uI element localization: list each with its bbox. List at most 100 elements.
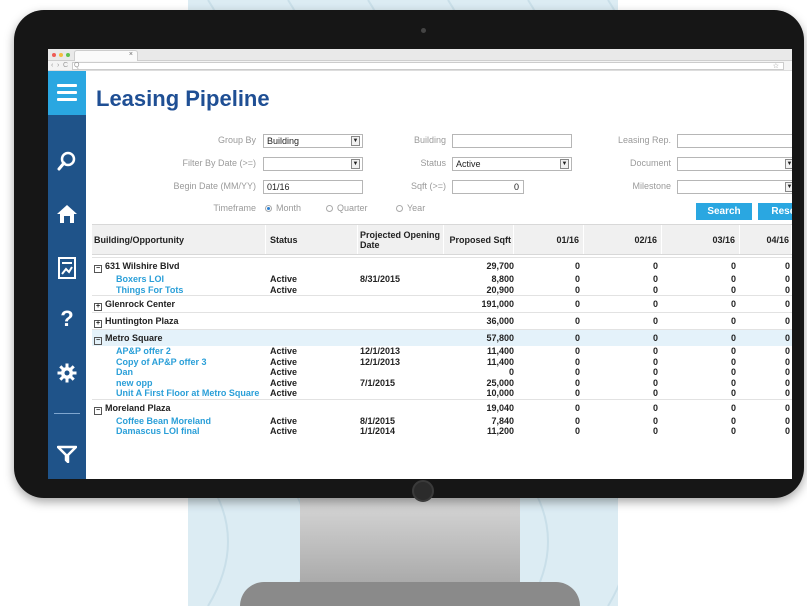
forward-icon[interactable]: › [57, 61, 59, 71]
filter-by-date-select[interactable]: ▼ [263, 157, 363, 171]
status-select[interactable]: Active ▼ [452, 157, 572, 171]
document-select[interactable]: ▼ [677, 157, 792, 171]
filter-funnel-icon[interactable] [48, 445, 86, 468]
column-header-proposed-sqft[interactable]: Proposed Sqft [448, 225, 514, 254]
opportunity-link[interactable]: Unit A First Floor at Metro Square [116, 388, 259, 398]
cell-status: Active [270, 388, 298, 398]
table-row[interactable]: new opp Active 7/1/2015 25,000 0 0 0 0 [92, 378, 792, 389]
reload-icon[interactable]: C [63, 61, 68, 71]
close-window-dot[interactable] [52, 53, 56, 57]
cell-m2: 0 [652, 388, 658, 398]
browser-tab[interactable]: × [74, 50, 138, 61]
begin-date-input[interactable]: 01/16 [263, 180, 363, 194]
collapse-icon[interactable]: − [94, 406, 102, 415]
leasing-rep-input[interactable] [677, 134, 792, 148]
opportunity-link[interactable]: Copy of AP&P offer 3 [116, 357, 207, 367]
home-icon[interactable] [48, 204, 86, 229]
table-group-row[interactable]: + Huntington Plaza 36,000 0 0 0 0 [92, 312, 792, 329]
chevron-down-icon[interactable]: ▼ [560, 159, 569, 169]
opportunity-link[interactable]: Damascus LOI final [116, 426, 200, 436]
table-group-row[interactable]: − Metro Square 57,800 0 0 0 0 [92, 329, 792, 346]
opportunity-cell[interactable]: Things For Tots [116, 285, 183, 295]
opportunity-cell[interactable]: AP&P offer 2 [116, 346, 171, 356]
opportunity-cell[interactable]: Coffee Bean Moreland [116, 416, 211, 426]
column-header-projected-opening-date[interactable]: Projected Opening Date [360, 225, 444, 254]
opportunity-link[interactable]: Dan [116, 367, 133, 377]
opportunity-cell[interactable]: Dan [116, 367, 133, 377]
opportunity-link[interactable]: Things For Tots [116, 285, 183, 295]
table-group-row[interactable]: − Moreland Plaza 19,040 0 0 0 0 [92, 398, 792, 416]
opportunity-link[interactable]: new opp [116, 378, 153, 388]
hamburger-menu-button[interactable] [48, 71, 86, 115]
column-header-month-2[interactable]: 02/16 [586, 225, 662, 254]
building-input[interactable] [452, 134, 572, 148]
chevron-down-icon[interactable]: ▼ [351, 159, 360, 169]
cell-sqft: 11,200 [486, 426, 514, 436]
report-chart-icon[interactable] [48, 257, 86, 284]
table-row[interactable]: AP&P offer 2 Active 12/1/2013 11,400 0 0 0 0 [92, 346, 792, 357]
chevron-down-icon[interactable]: ▼ [351, 136, 360, 146]
tab-close-icon[interactable]: × [129, 51, 133, 58]
help-icon[interactable]: ? [48, 307, 86, 331]
monitor-bezel: × ‹ › C Q ☆ ? Leasing Pipeline Group By … [14, 10, 804, 502]
table-group-row[interactable]: + Glenrock Center 191,000 0 0 0 0 [92, 295, 792, 312]
cell-m2: 0 [652, 284, 658, 295]
maximize-window-dot[interactable] [66, 53, 70, 57]
table-row[interactable]: Things For Tots Active 20,900 0 0 0 0 [92, 285, 792, 296]
settings-gear-icon[interactable] [48, 363, 86, 388]
collapse-icon[interactable]: − [94, 337, 102, 345]
opportunity-cell[interactable]: Copy of AP&P offer 3 [116, 357, 207, 367]
milestone-select[interactable]: ▼ [677, 180, 792, 194]
opportunity-cell[interactable]: new opp [116, 378, 153, 388]
address-bar[interactable]: Q ☆ [72, 62, 784, 70]
expand-icon[interactable]: + [94, 303, 102, 311]
opportunity-link[interactable]: AP&P offer 2 [116, 346, 171, 356]
cell-sqft: 8,800 [491, 274, 514, 284]
group-by-select[interactable]: Building ▼ [263, 134, 363, 148]
cell-date: 12/1/2013 [360, 346, 401, 356]
collapse-icon[interactable]: − [94, 265, 102, 273]
opportunity-cell[interactable]: Damascus LOI final [116, 426, 200, 436]
expand-icon[interactable]: + [94, 320, 102, 328]
column-header-status[interactable]: Status [270, 225, 358, 254]
table-row[interactable]: Dan Active 0 0 0 0 0 [92, 367, 792, 378]
opportunity-cell[interactable]: Unit A First Floor at Metro Square [116, 388, 259, 398]
sqft-input[interactable]: 0 [452, 180, 524, 194]
column-header-month-1[interactable]: 01/16 [516, 225, 584, 254]
reset-button[interactable]: Reset [758, 203, 792, 220]
back-icon[interactable]: ‹ [51, 61, 53, 71]
timeframe-quarter-radio[interactable]: Quarter [326, 203, 368, 213]
table-row[interactable]: Copy of AP&P offer 3 Active 12/1/2013 11,40… [92, 357, 792, 368]
cell-m3: 0 [730, 426, 736, 436]
timeframe-year-label: Year [407, 203, 426, 213]
building-name: Moreland Plaza [105, 402, 171, 413]
radio-unselected-icon [326, 205, 333, 212]
cell-sqft: 0 [508, 367, 514, 377]
bookmark-star-icon[interactable]: ☆ [773, 62, 779, 70]
cell-m2: 0 [652, 426, 658, 436]
opportunity-link[interactable]: Coffee Bean Moreland [116, 416, 211, 426]
opportunity-cell[interactable]: Boxers LOI [116, 274, 164, 284]
search-icon[interactable] [48, 151, 86, 177]
cell-sqft: 25,000 [486, 377, 514, 388]
table-row[interactable]: Damascus LOI final Active 1/1/2014 11,200 0 0… [92, 426, 792, 437]
chevron-down-icon[interactable]: ▼ [785, 182, 792, 192]
screen: × ‹ › C Q ☆ ? Leasing Pipeline Group By … [48, 49, 792, 479]
opportunity-link[interactable]: Boxers LOI [116, 274, 164, 284]
column-header-building[interactable]: Building/Opportunity [94, 225, 266, 254]
cell-m1: 0 [574, 346, 580, 356]
table-row[interactable]: Boxers LOI Active 8/31/2015 8,800 0 0 0 0 [92, 274, 792, 285]
table-row[interactable]: Unit A First Floor at Metro Square Active… [92, 388, 792, 399]
page-title: Leasing Pipeline [96, 86, 270, 111]
table-group-row[interactable]: −631 Wilshire Blvd 29,700 0 0 0 0 [92, 257, 792, 274]
timeframe-month-radio[interactable]: Month [265, 203, 301, 213]
cell-m3: 0 [730, 377, 736, 388]
search-button[interactable]: Search [696, 203, 752, 220]
column-header-month-3[interactable]: 03/16 [664, 225, 740, 254]
chevron-down-icon[interactable]: ▼ [785, 159, 792, 169]
minimize-window-dot[interactable] [59, 53, 63, 57]
table-row[interactable]: Coffee Bean Moreland Active 8/1/2015 7,840 0… [92, 416, 792, 427]
column-header-month-4[interactable]: 04/16 [742, 225, 792, 254]
sqft-label: Sqft (>=) [410, 181, 446, 191]
timeframe-year-radio[interactable]: Year [396, 203, 425, 213]
